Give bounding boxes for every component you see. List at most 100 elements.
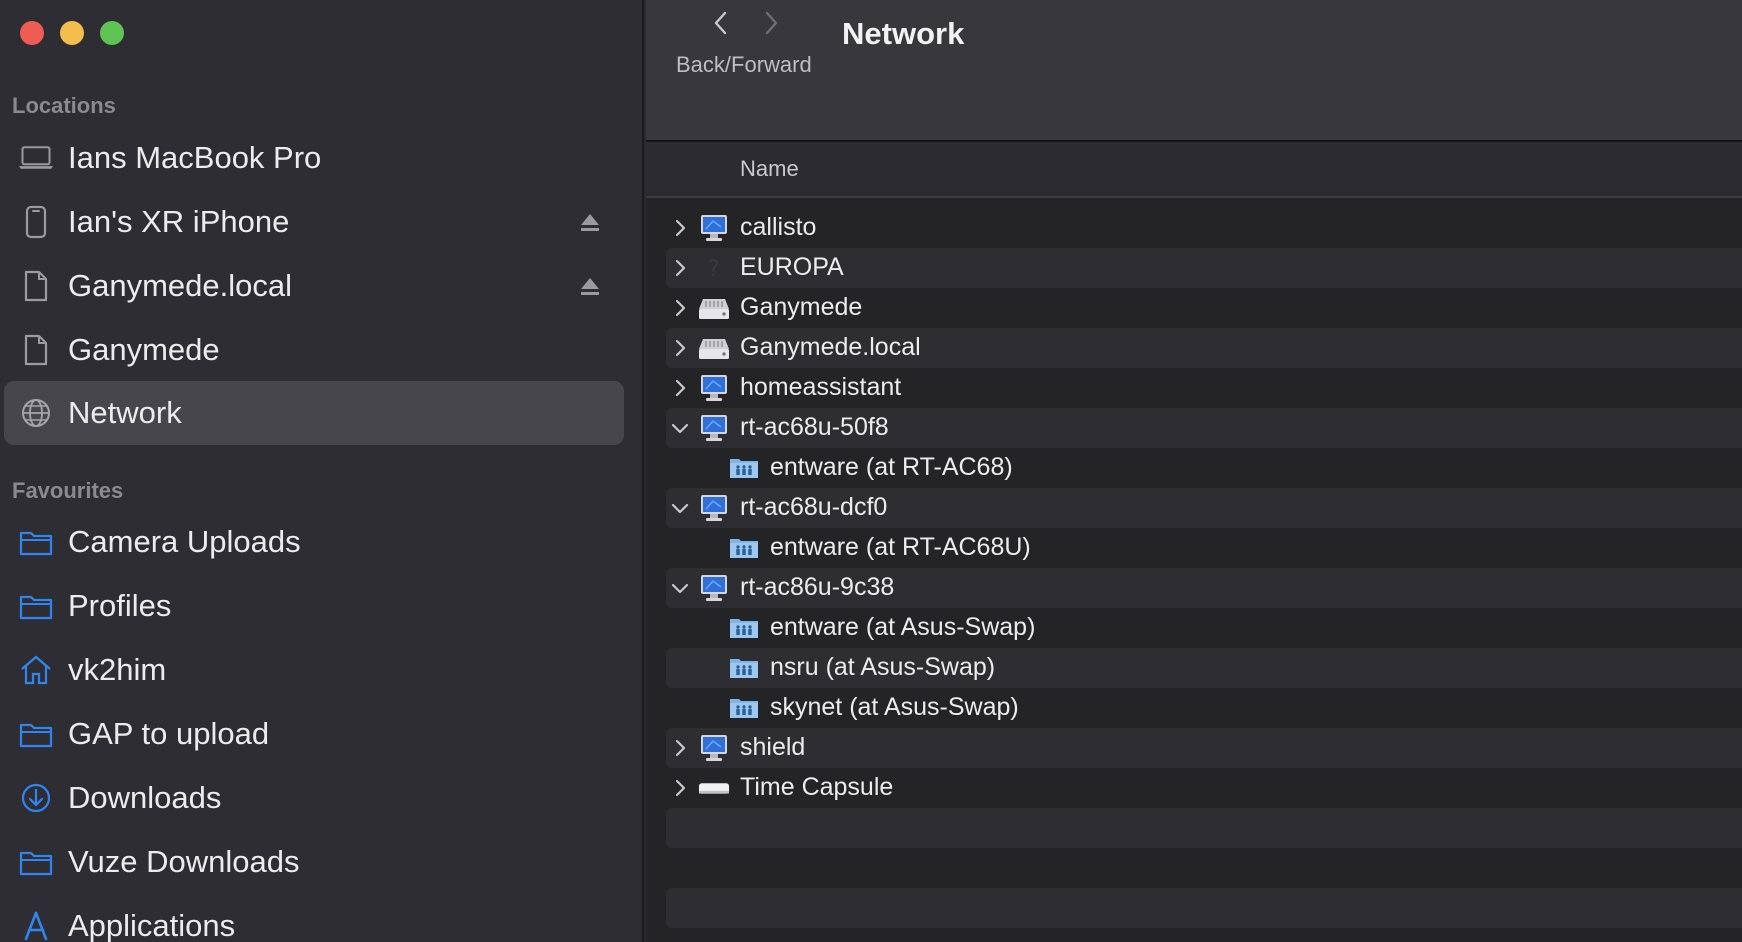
main-pane: Back/Forward Network Name callisto ? EUROP… — [646, 0, 1742, 942]
computer-icon — [698, 492, 730, 524]
column-header[interactable]: Name — [646, 142, 1742, 198]
folder-icon — [18, 588, 54, 624]
shared-folder-icon — [728, 692, 760, 724]
sidebar-item-gap-to-upload[interactable]: GAP to upload — [0, 702, 624, 766]
list-item[interactable]: rt-ac86u-9c38 — [666, 568, 1742, 608]
chevron-right-icon[interactable] — [666, 334, 694, 362]
list-item[interactable]: homeassistant — [666, 368, 1742, 408]
chevron-right-icon[interactable] — [666, 734, 694, 762]
locations-section-title: Locations — [12, 93, 116, 118]
list-item[interactable]: Ganymede — [666, 288, 1742, 328]
list-item[interactable]: nsru (at Asus-Swap) — [666, 648, 1742, 688]
favourites-section-title: Favourites — [12, 478, 124, 503]
sidebar-item-vk2him[interactable]: vk2him — [0, 638, 624, 702]
computer-icon — [698, 572, 730, 604]
sidebar-item-camera-uploads[interactable]: Camera Uploads — [0, 510, 624, 574]
chevron-down-icon[interactable] — [666, 574, 694, 602]
folder-icon — [18, 524, 54, 560]
svg-text:?: ? — [708, 257, 720, 282]
list-item[interactable]: Ganymede.local — [666, 328, 1742, 368]
server-icon — [698, 292, 730, 324]
list-item[interactable]: entware (at Asus-Swap) — [666, 608, 1742, 648]
document-icon — [18, 268, 54, 304]
sidebar-item-network[interactable]: Network — [4, 381, 624, 445]
list-item-label: entware (at Asus-Swap) — [770, 613, 1036, 641]
maximize-window-button[interactable] — [100, 21, 124, 45]
sidebar-item-label: Downloads — [68, 780, 222, 815]
sidebar-item-ganymede[interactable]: Ganymede — [0, 318, 624, 382]
home-icon — [18, 652, 54, 688]
sidebar-item-label: Camera Uploads — [68, 524, 301, 559]
chevron-down-icon[interactable] — [666, 494, 694, 522]
sidebar-item-label: Profiles — [68, 588, 172, 623]
list-item-label: rt-ac68u-dcf0 — [740, 493, 888, 521]
sidebar-item-label: GAP to upload — [68, 716, 270, 751]
list-item[interactable]: Time Capsule — [666, 768, 1742, 808]
iphone-icon — [18, 204, 54, 240]
list-item[interactable]: skynet (at Asus-Swap) — [666, 688, 1742, 728]
list-item[interactable]: callisto — [666, 208, 1742, 248]
list-item-label: Ganymede — [740, 293, 863, 321]
list-item-label: rt-ac68u-50f8 — [740, 413, 889, 441]
list-item-label: skynet (at Asus-Swap) — [770, 693, 1019, 721]
list-item[interactable]: rt-ac68u-50f8 — [666, 408, 1742, 448]
sidebar: Locations Ians MacBook Pro Ian's XR iPho… — [0, 0, 644, 942]
window-title: Network — [842, 16, 965, 51]
list-item[interactable]: entware (at RT-AC68) — [666, 448, 1742, 488]
laptop-icon — [18, 140, 54, 176]
sidebar-item-label: Network — [68, 395, 182, 430]
forward-button[interactable] — [756, 6, 786, 40]
list-item-label: rt-ac86u-9c38 — [740, 573, 895, 601]
computer-icon — [698, 372, 730, 404]
shared-folder-icon — [728, 612, 760, 644]
unknown-icon: ? — [698, 252, 730, 284]
chevron-down-icon[interactable] — [666, 414, 694, 442]
column-name-header[interactable]: Name — [740, 156, 799, 182]
document-icon — [18, 332, 54, 368]
list-item-label: shield — [740, 733, 806, 761]
chevron-right-icon[interactable] — [666, 254, 694, 282]
globe-icon — [18, 395, 54, 431]
list-item[interactable]: ? EUROPA — [666, 248, 1742, 288]
chevron-right-icon[interactable] — [666, 774, 694, 802]
list-item[interactable]: rt-ac68u-dcf0 — [666, 488, 1742, 528]
sidebar-item-label: Ganymede.local — [68, 268, 293, 303]
chevron-right-icon[interactable] — [666, 294, 694, 322]
sidebar-item-applications[interactable]: Applications — [0, 894, 624, 942]
chevron-right-icon[interactable] — [666, 374, 694, 402]
shared-folder-icon — [728, 452, 760, 484]
server-icon — [698, 332, 730, 364]
sidebar-item-ganymede-local[interactable]: Ganymede.local — [0, 254, 624, 318]
download-icon — [18, 780, 54, 816]
sidebar-item-macbook[interactable]: Ians MacBook Pro — [0, 126, 624, 190]
sidebar-item-iphone[interactable]: Ian's XR iPhone — [0, 190, 624, 254]
list-item-label: entware (at RT-AC68) — [770, 453, 1013, 481]
toolbar: Back/Forward Network — [646, 0, 1742, 142]
list-item[interactable]: shield — [666, 728, 1742, 768]
computer-icon — [698, 212, 730, 244]
time-capsule-icon — [698, 772, 730, 804]
shared-folder-icon — [728, 532, 760, 564]
eject-icon[interactable] — [578, 274, 602, 298]
folder-icon — [18, 716, 54, 752]
sidebar-item-downloads[interactable]: Downloads — [0, 766, 624, 830]
list-item[interactable]: entware (at RT-AC68U) — [666, 528, 1742, 568]
eject-icon[interactable] — [578, 210, 602, 234]
list-item-label: homeassistant — [740, 373, 902, 401]
sidebar-item-label: vk2him — [68, 652, 167, 687]
sidebar-item-label: Vuze Downloads — [68, 844, 300, 879]
sidebar-item-label: Ians MacBook Pro — [68, 140, 322, 175]
close-window-button[interactable] — [20, 21, 44, 45]
sidebar-item-label: Ganymede — [68, 332, 220, 367]
folder-icon — [18, 844, 54, 880]
minimize-window-button[interactable] — [60, 21, 84, 45]
chevron-right-icon[interactable] — [666, 214, 694, 242]
empty-row — [666, 808, 1742, 848]
applications-icon — [18, 908, 54, 942]
list-item-label: nsru (at Asus-Swap) — [770, 653, 996, 681]
list-item-label: callisto — [740, 213, 817, 241]
sidebar-item-profiles[interactable]: Profiles — [0, 574, 624, 638]
back-button[interactable] — [706, 6, 736, 40]
empty-row — [666, 888, 1742, 928]
sidebar-item-vuze-downloads[interactable]: Vuze Downloads — [0, 830, 624, 894]
